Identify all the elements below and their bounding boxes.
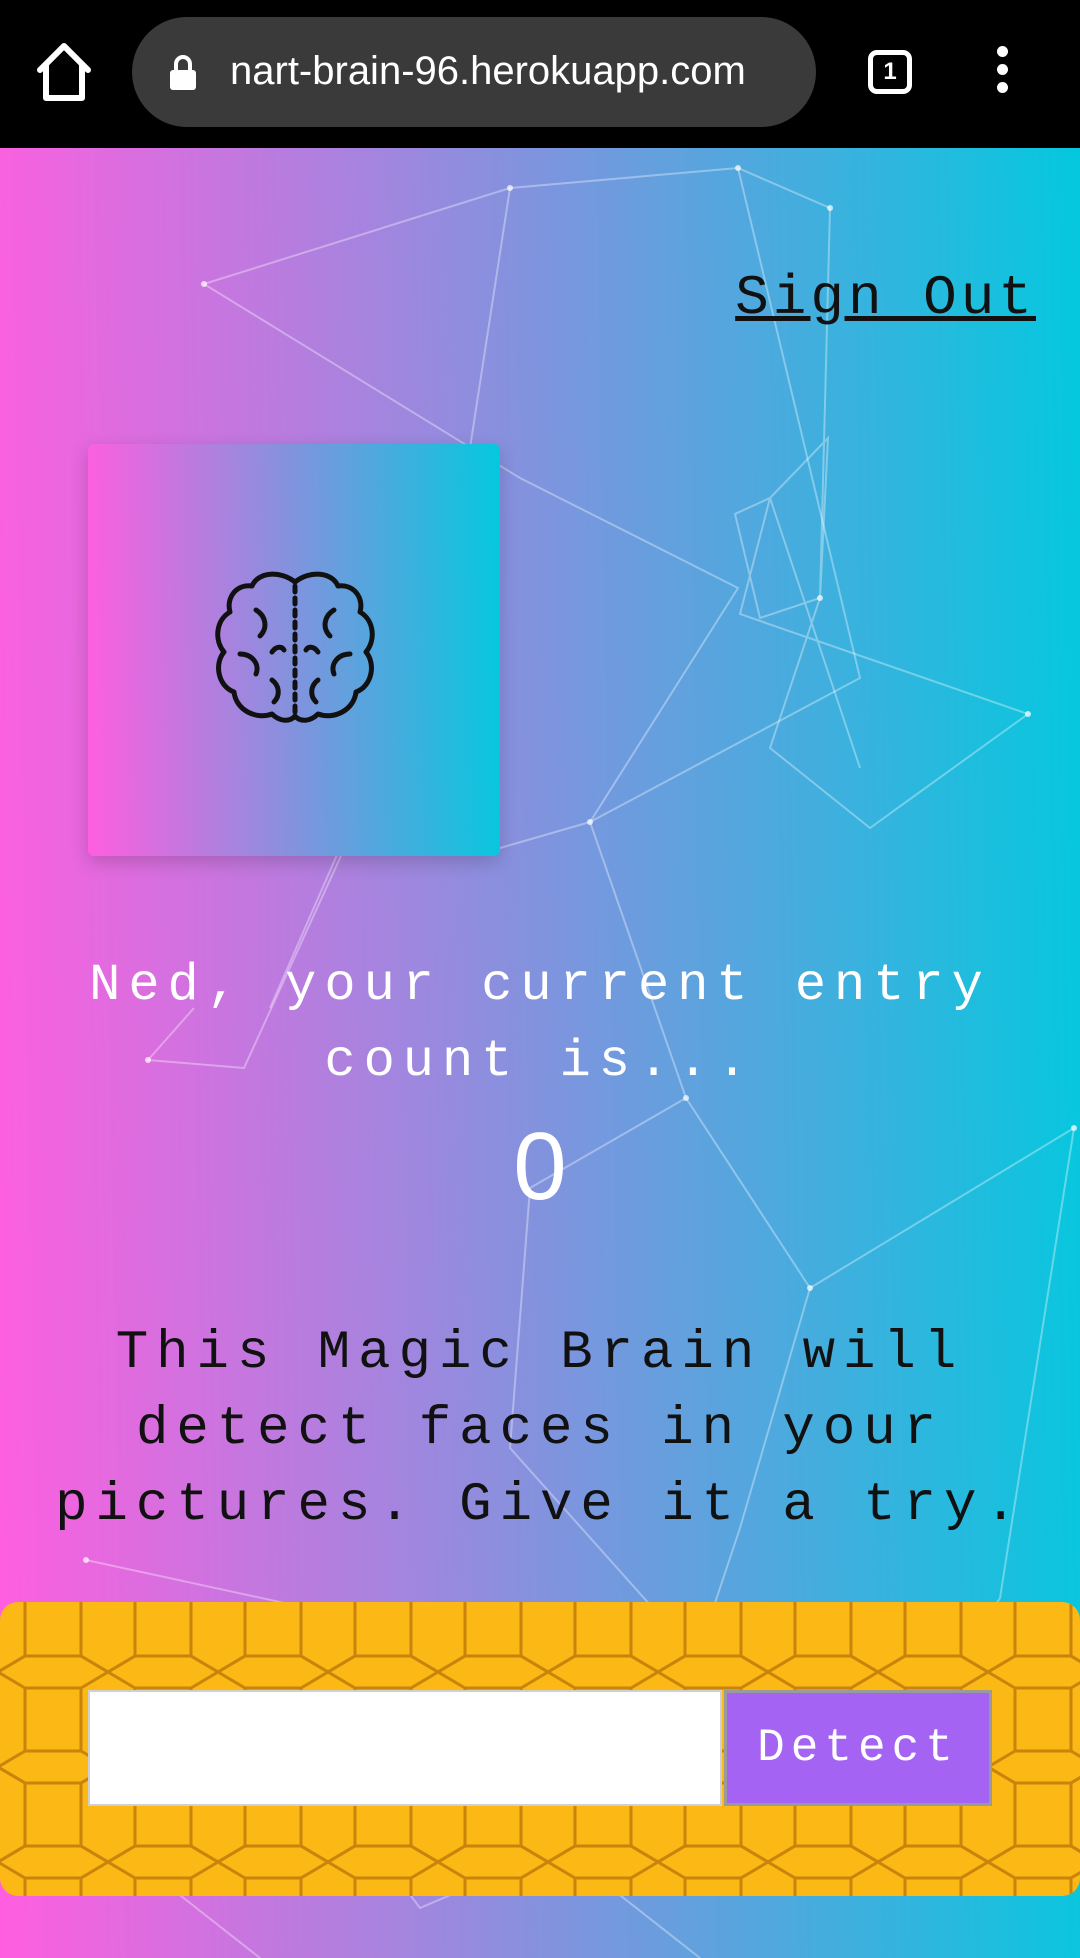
logo-card bbox=[88, 444, 500, 856]
app-description: This Magic Brain will detect faces in yo… bbox=[55, 1323, 1025, 1536]
entry-count-value: 0 bbox=[513, 1113, 567, 1220]
sign-out-link[interactable]: Sign Out bbox=[735, 266, 1036, 330]
image-url-input[interactable] bbox=[88, 1690, 722, 1806]
more-vert-icon[interactable] bbox=[990, 46, 1014, 98]
browser-toolbar: nart-brain-96.herokuapp.com 1 bbox=[0, 0, 1080, 148]
detect-button[interactable]: Detect bbox=[724, 1690, 992, 1806]
brain-icon bbox=[215, 571, 375, 723]
entry-count-message: Ned, your current entry count is... bbox=[89, 956, 991, 1091]
url-text: nart-brain-96.herokuapp.com bbox=[230, 49, 746, 93]
home-icon[interactable] bbox=[32, 36, 96, 108]
tabs-icon[interactable]: 1 bbox=[868, 50, 912, 94]
address-bar[interactable]: nart-brain-96.herokuapp.com bbox=[132, 17, 816, 127]
image-link-form: Detect bbox=[0, 1602, 1080, 1896]
lock-icon bbox=[170, 55, 196, 90]
app-page: Sign Out Ned, your current entry count i… bbox=[0, 148, 1080, 1958]
